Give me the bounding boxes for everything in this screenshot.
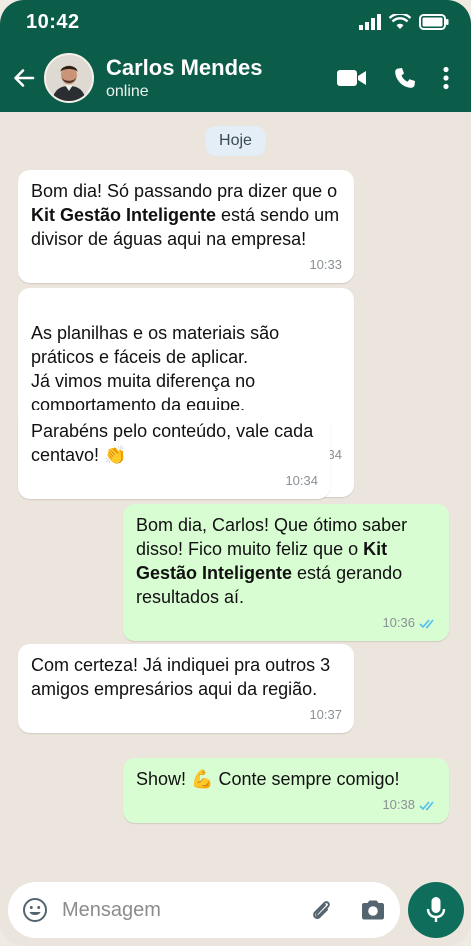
contact-info[interactable]: Carlos Mendes online bbox=[106, 55, 337, 101]
status-icons bbox=[359, 14, 449, 30]
message-meta: 10:37 bbox=[31, 703, 342, 727]
message-text-part: Bom dia! Só passando pra dizer que o bbox=[31, 181, 338, 201]
chat-header: Carlos Mendes online bbox=[0, 44, 471, 112]
composer: Mensagem bbox=[0, 876, 471, 946]
message-bubble-incoming[interactable]: Parabéns pelo conteúdo, vale cada centav… bbox=[18, 410, 330, 499]
message-time: 10:38 bbox=[382, 797, 415, 812]
avatar[interactable] bbox=[44, 53, 94, 103]
contact-photo bbox=[46, 55, 92, 101]
message-time: 10:36 bbox=[382, 615, 415, 630]
message-meta: 10:36 bbox=[136, 611, 437, 635]
message-meta: 10:38 bbox=[136, 793, 437, 817]
message-bubble-incoming[interactable]: Bom dia! Só passando pra dizer que o Kit… bbox=[18, 170, 354, 283]
message-text: Bom dia! Só passando pra dizer que o Kit… bbox=[31, 179, 342, 251]
date-chip: Hoje bbox=[205, 126, 266, 156]
message-bubble-incoming[interactable]: Com certeza! Já indiquei pra outros 3 am… bbox=[18, 644, 354, 733]
video-call-icon[interactable] bbox=[337, 68, 367, 88]
camera-icon[interactable] bbox=[360, 899, 386, 921]
status-time: 10:42 bbox=[26, 10, 80, 33]
battery-icon bbox=[419, 14, 449, 30]
contact-status: online bbox=[106, 83, 149, 100]
mic-button[interactable] bbox=[408, 882, 464, 938]
message-meta: 10:33 bbox=[31, 253, 342, 277]
arrow-left-icon bbox=[14, 69, 35, 87]
message-text-bold: Kit Gestão Inteligente bbox=[31, 205, 217, 225]
message-text: As planilhas e os materiais são práticos… bbox=[31, 323, 280, 415]
message-placeholder: Mensagem bbox=[62, 898, 161, 921]
chat-area[interactable]: Hoje Bom dia! Só passando pra dizer que … bbox=[0, 112, 471, 872]
emoji-icon[interactable] bbox=[22, 897, 48, 923]
message-text: Bom dia, Carlos! Que ótimo saber disso! … bbox=[136, 513, 437, 609]
message-text: Parabéns pelo conteúdo, vale cada centav… bbox=[31, 421, 314, 465]
message-bubble-outgoing[interactable]: Bom dia, Carlos! Que ótimo saber disso! … bbox=[123, 504, 449, 641]
more-options-icon[interactable] bbox=[443, 66, 449, 90]
double-check-icon bbox=[419, 800, 437, 811]
back-button[interactable] bbox=[4, 66, 44, 90]
wifi-icon bbox=[389, 14, 411, 29]
message-time: 10:34 bbox=[285, 473, 318, 488]
message-bubble-outgoing[interactable]: Show! 💪 Conte sempre comigo! 10:38 bbox=[123, 758, 449, 823]
message-input[interactable]: Mensagem bbox=[8, 882, 400, 938]
status-bar: 10:42 bbox=[0, 0, 471, 44]
microphone-icon bbox=[426, 897, 446, 922]
message-time: 10:33 bbox=[309, 257, 342, 272]
header-actions bbox=[337, 66, 449, 90]
attach-icon[interactable] bbox=[308, 897, 334, 923]
message-text: Com certeza! Já indiquei pra outros 3 am… bbox=[31, 655, 331, 699]
phone-screen: 10:42 Carlos Mendes online Hoje Bom dia!… bbox=[0, 0, 471, 946]
message-meta: 10:34 bbox=[31, 469, 318, 493]
message-text: Show! 💪 Conte sempre comigo! bbox=[136, 769, 400, 789]
message-time: 10:37 bbox=[309, 707, 342, 722]
contact-name: Carlos Mendes bbox=[106, 55, 263, 80]
double-check-icon bbox=[419, 618, 437, 629]
signal-icon bbox=[359, 14, 381, 30]
phone-call-icon[interactable] bbox=[393, 66, 417, 90]
